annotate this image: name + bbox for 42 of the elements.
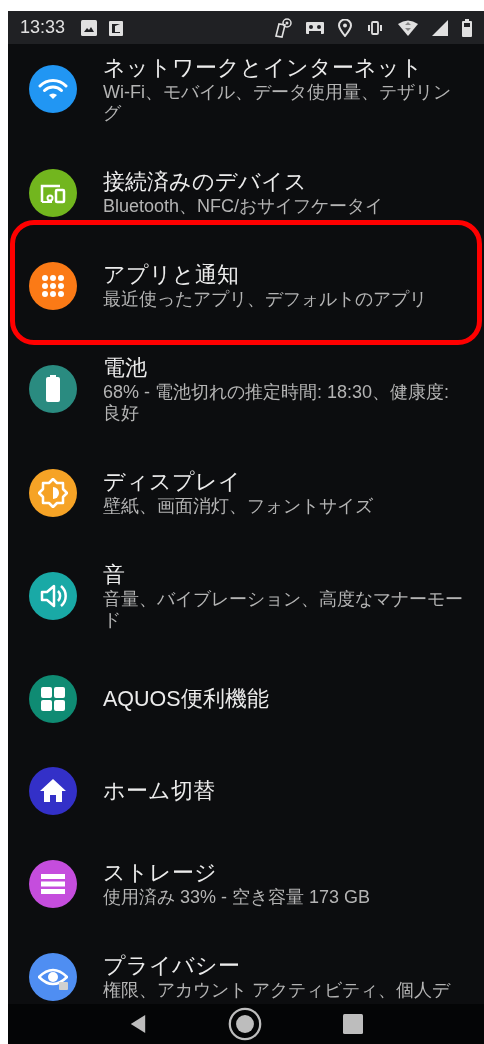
- settings-item[interactable]: アプリと通知 最近使ったアプリ、デフォルトのアプリ: [8, 239, 484, 332]
- settings-item[interactable]: AQUOS便利機能: [8, 653, 484, 745]
- item-subtitle: 権限、アカウント アクティビティ、個人デ: [103, 980, 452, 1001]
- item-subtitle: 68% - 電池切れの推定時間: 18:30、健康度: 良好: [103, 382, 451, 424]
- home-icon[interactable]: [228, 1007, 262, 1041]
- settings-item[interactable]: ディスプレイ 壁紙、画面消灯、フォントサイズ: [8, 446, 484, 539]
- item-subtitle: Wi-Fi、モバイル、データ使用量、テザリング: [103, 82, 452, 124]
- vibrate-icon: [366, 20, 384, 35]
- notification-icon: [109, 19, 126, 36]
- cassette-icon: [306, 19, 324, 36]
- item-title: 音: [103, 562, 126, 589]
- settings-item[interactable]: ホーム切替: [8, 745, 484, 837]
- item-title: ディスプレイ: [103, 469, 242, 496]
- signal-icon: [432, 19, 448, 36]
- settings-item[interactable]: 音 音量、バイブレーション、高度なマナーモード: [8, 539, 484, 653]
- item-title: ホーム切替: [103, 778, 216, 805]
- status-time: 13:33: [20, 16, 66, 39]
- settings-item[interactable]: プライバシー 権限、アカウント アクティビティ、個人デ: [8, 930, 484, 1023]
- item-title: 電池: [103, 355, 148, 382]
- item-title: ストレージ: [103, 860, 218, 887]
- location-icon: [338, 18, 352, 37]
- image-icon: [81, 19, 98, 36]
- settings-item[interactable]: ネットワークとインターネット Wi-Fi、モバイル、データ使用量、テザリング: [8, 44, 484, 146]
- item-subtitle: Bluetooth、NFC/おサイフケータイ: [103, 196, 385, 217]
- item-title: 接続済みのデバイス: [103, 169, 308, 196]
- tiles-icon: [38, 684, 68, 714]
- recents-icon[interactable]: [343, 1014, 364, 1034]
- battery-icon: [462, 18, 472, 37]
- settings-item[interactable]: ストレージ 使用済み 33% - 空き容量 173 GB: [8, 837, 484, 930]
- item-subtitle: 壁紙、画面消灯、フォントサイズ: [103, 496, 374, 517]
- item-title: アプリと通知: [103, 262, 240, 289]
- item-title: ネットワークとインターネット: [103, 55, 424, 82]
- item-subtitle: 最近使ったアプリ、デフォルトのアプリ: [103, 289, 428, 310]
- item-subtitle: 使用済み 33% - 空き容量 173 GB: [103, 887, 372, 908]
- item-subtitle: 音量、バイブレーション、高度なマナーモード: [103, 589, 464, 631]
- phone-signal-icon: [274, 17, 292, 38]
- item-title: AQUOS便利機能: [103, 686, 270, 713]
- brightness-icon: [38, 477, 68, 508]
- item-title: プライバシー: [103, 953, 241, 980]
- wifi-icon: [398, 19, 418, 36]
- settings-item[interactable]: 電池 68% - 電池切れの推定時間: 18:30、健康度: 良好: [8, 332, 484, 446]
- settings-item[interactable]: 接続済みのデバイス Bluetooth、NFC/おサイフケータイ: [8, 146, 484, 239]
